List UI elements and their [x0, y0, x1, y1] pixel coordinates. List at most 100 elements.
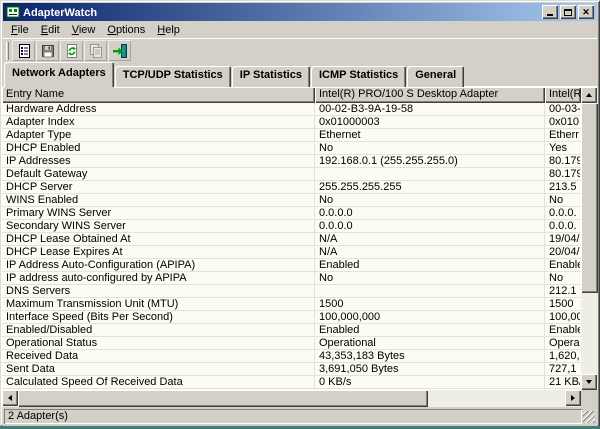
- table-row[interactable]: DHCP Server 255.255.255.255 213.5: [2, 181, 581, 194]
- table-row[interactable]: Interface Speed (Bits Per Second) 100,00…: [2, 311, 581, 324]
- table-row[interactable]: IP Address Auto-Configuration (APIPA) En…: [2, 259, 581, 272]
- table-row[interactable]: Hardware Address 00-02-B3-9A-19-58 00-03…: [2, 103, 581, 116]
- column-header-entry-name[interactable]: Entry Name: [2, 87, 315, 103]
- table-row[interactable]: IP Addresses 192.168.0.1 (255.255.255.0)…: [2, 155, 581, 168]
- adapter-2-value-cell: 00-03-: [545, 103, 580, 115]
- table-row[interactable]: DHCP Enabled No Yes: [2, 142, 581, 155]
- close-button[interactable]: ✕: [578, 5, 594, 19]
- exit-icon: [112, 43, 128, 59]
- adapter-1-value-cell: No: [315, 272, 545, 284]
- maximize-icon: [564, 9, 572, 16]
- refresh-icon: [64, 43, 80, 59]
- table-row[interactable]: DHCP Lease Obtained At N/A 19/04/: [2, 233, 581, 246]
- table-row[interactable]: Maximum Transmission Unit (MTU) 1500 150…: [2, 298, 581, 311]
- table-row[interactable]: DHCP Lease Expires At N/A 20/04/: [2, 246, 581, 259]
- minimize-icon: [547, 14, 553, 16]
- arrow-up-icon: [586, 93, 592, 97]
- minimize-button[interactable]: [542, 5, 558, 19]
- adapter-2-value-cell: 212.1: [545, 285, 580, 297]
- status-panel: 2 Adapter(s): [4, 409, 582, 424]
- entry-name-cell: Hardware Address: [2, 103, 315, 115]
- table-row[interactable]: Primary WINS Server 0.0.0.0 0.0.0.: [2, 207, 581, 220]
- entry-name-cell: WINS Enabled: [2, 194, 315, 206]
- adapter-2-value-cell: No: [545, 194, 580, 206]
- horizontal-scrollbar[interactable]: [2, 390, 581, 407]
- status-bar: 2 Adapter(s): [2, 407, 598, 426]
- column-header-adapter-1[interactable]: Intel(R) PRO/100 S Desktop Adapter: [315, 87, 545, 103]
- resize-grip[interactable]: [583, 411, 595, 423]
- report-button[interactable]: [12, 40, 35, 61]
- tab-network-adapters[interactable]: Network Adapters: [4, 62, 114, 87]
- tab-icmp-statistics[interactable]: ICMP Statistics: [311, 66, 406, 87]
- adapter-1-value-cell: No: [315, 142, 545, 154]
- table-row[interactable]: Calculated Speed Of Received Data 0 KB/s…: [2, 376, 581, 389]
- table-body: Hardware Address 00-02-B3-9A-19-58 00-03…: [2, 103, 581, 390]
- adapterwatch-window: AdapterWatch ✕ File Edit View Options He…: [0, 0, 600, 426]
- horizontal-scroll-thumb[interactable]: [18, 390, 428, 407]
- exit-button[interactable]: [108, 40, 131, 61]
- adapter-1-value-cell: 00-02-B3-9A-19-58: [315, 103, 545, 115]
- maximize-button[interactable]: [560, 5, 576, 19]
- adapter-2-value-cell: Etherr: [545, 129, 580, 141]
- menu-options[interactable]: Options: [101, 22, 151, 38]
- toolbar: [3, 38, 597, 62]
- toolbar-grip[interactable]: [6, 42, 9, 60]
- vertical-scrollbar[interactable]: [581, 87, 598, 390]
- adapter-count-text: 2 Adapter(s): [8, 410, 68, 422]
- entry-name-cell: DHCP Server: [2, 181, 315, 193]
- tab-ip-statistics[interactable]: IP Statistics: [232, 66, 310, 87]
- table-row[interactable]: Adapter Type Ethernet Etherr: [2, 129, 581, 142]
- adapter-2-value-cell: 213.5: [545, 181, 580, 193]
- adapter-1-value-cell: 0.0.0.0: [315, 220, 545, 232]
- scroll-up-button[interactable]: [581, 87, 597, 103]
- tab-general[interactable]: General: [407, 66, 464, 87]
- adapter-2-value-cell: 20/04/: [545, 246, 580, 258]
- table-row[interactable]: Operational Status Operational Opera: [2, 337, 581, 350]
- vertical-scroll-thumb[interactable]: [581, 103, 598, 293]
- adapter-1-value-cell: 43,353,183 Bytes: [315, 350, 545, 362]
- entry-name-cell: Interface Speed (Bits Per Second): [2, 311, 315, 323]
- table-row[interactable]: Default Gateway 80.179: [2, 168, 581, 181]
- adapter-2-value-cell: 0.0.0.: [545, 207, 580, 219]
- adapter-1-value-cell: No: [315, 194, 545, 206]
- entry-name-cell: DHCP Enabled: [2, 142, 315, 154]
- adapter-1-value-cell: 0x01000003: [315, 116, 545, 128]
- adapters-listview: Entry Name Intel(R) PRO/100 S Desktop Ad…: [2, 87, 598, 407]
- copy-icon: [88, 43, 104, 59]
- adapter-2-value-cell: 19/04/: [545, 233, 580, 245]
- table-row[interactable]: Sent Data 3,691,050 Bytes 727,1: [2, 363, 581, 376]
- table-row[interactable]: IP address auto-configured by APIPA No N…: [2, 272, 581, 285]
- table-row[interactable]: Received Data 43,353,183 Bytes 1,620,: [2, 350, 581, 363]
- copy-button[interactable]: [84, 40, 107, 61]
- menu-help[interactable]: Help: [151, 22, 186, 38]
- column-header-adapter-2[interactable]: Intel(R: [545, 87, 581, 103]
- scroll-left-button[interactable]: [2, 390, 18, 406]
- table-row[interactable]: Adapter Index 0x01000003 0x010: [2, 116, 581, 129]
- entry-name-cell: Primary WINS Server: [2, 207, 315, 219]
- entry-name-cell: IP address auto-configured by APIPA: [2, 272, 315, 284]
- adapter-2-value-cell: 100,00: [545, 311, 580, 323]
- title-bar[interactable]: AdapterWatch ✕: [3, 3, 597, 21]
- table-row[interactable]: Secondary WINS Server 0.0.0.0 0.0.0.: [2, 220, 581, 233]
- save-button[interactable]: [36, 40, 59, 61]
- menu-edit[interactable]: Edit: [35, 22, 66, 38]
- menu-file[interactable]: File: [5, 22, 35, 38]
- adapter-2-value-cell: 0x010: [545, 116, 580, 128]
- scroll-down-button[interactable]: [581, 374, 597, 390]
- table-row[interactable]: Enabled/Disabled Enabled Enable: [2, 324, 581, 337]
- scroll-right-button[interactable]: [565, 390, 581, 406]
- adapter-2-value-cell: Enable: [545, 324, 580, 336]
- app-icon[interactable]: [6, 5, 20, 19]
- adapter-1-value-cell: 0 KB/s: [315, 376, 545, 388]
- refresh-button[interactable]: [60, 40, 83, 61]
- entry-name-cell: Calculated Speed Of Received Data: [2, 376, 315, 388]
- table-row[interactable]: DNS Servers 212.1: [2, 285, 581, 298]
- adapter-1-value-cell: [315, 285, 545, 297]
- adapter-1-value-cell: 3,691,050 Bytes: [315, 363, 545, 375]
- entry-name-cell: DHCP Lease Expires At: [2, 246, 315, 258]
- table-row[interactable]: WINS Enabled No No: [2, 194, 581, 207]
- tab-tcp-udp-statistics[interactable]: TCP/UDP Statistics: [115, 66, 231, 87]
- adapter-1-value-cell: 0.0.0.0: [315, 207, 545, 219]
- menu-view[interactable]: View: [66, 22, 102, 38]
- adapter-1-value-cell: N/A: [315, 246, 545, 258]
